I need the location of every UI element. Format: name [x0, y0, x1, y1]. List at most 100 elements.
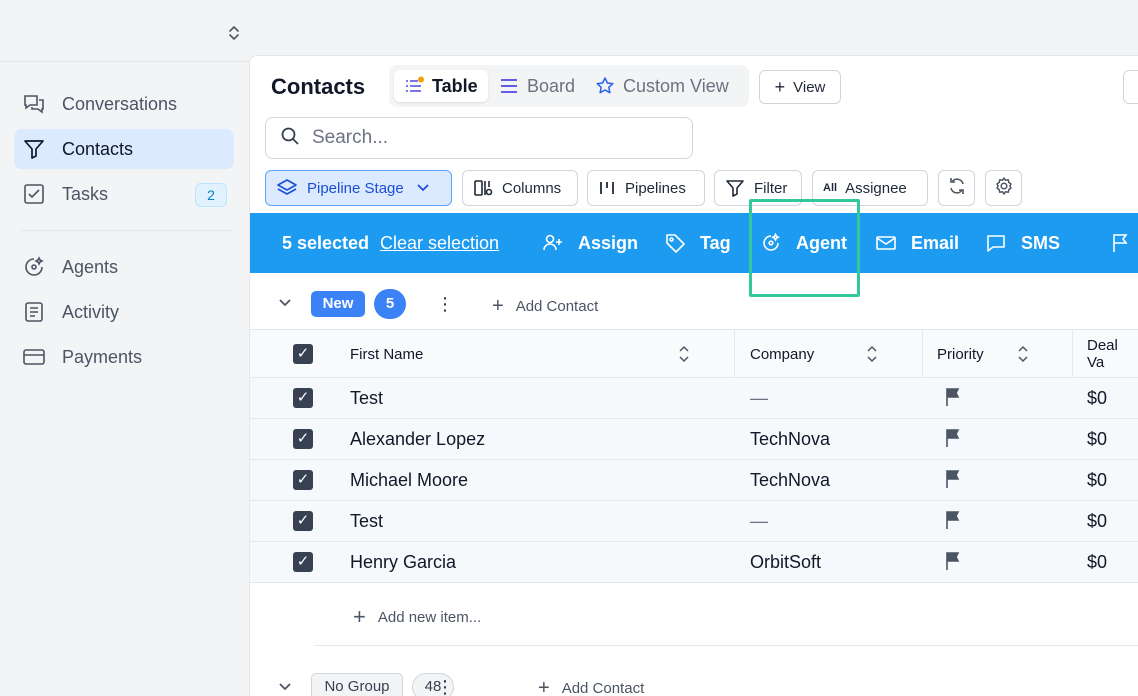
assignee-label: Assignee	[845, 179, 907, 197]
table-row[interactable]: ✓ Michael Moore TechNova $0	[250, 460, 1138, 501]
document-list-icon	[22, 300, 46, 324]
sidebar-item-agents[interactable]: Agents	[14, 247, 234, 287]
column-divider	[734, 330, 735, 378]
tag-label: Tag	[700, 232, 731, 253]
table-row[interactable]: ✓ Alexander Lopez TechNova $0	[250, 419, 1138, 460]
row-checkbox[interactable]: ✓	[293, 388, 313, 408]
sort-icon[interactable]	[678, 330, 690, 378]
sidebar-item-conversations[interactable]: Conversations	[14, 84, 234, 124]
sidebar-item-contacts[interactable]: Contacts	[14, 129, 234, 169]
column-divider	[1072, 330, 1073, 378]
add-new-item-label: Add new item...	[377, 608, 482, 626]
search-icon	[280, 126, 300, 151]
tab-label: Table	[432, 75, 478, 96]
column-label: First Name	[350, 345, 424, 363]
pipelines-button[interactable]: Pipelines	[587, 170, 705, 206]
priority-flag-icon[interactable]	[944, 510, 962, 535]
column-priority[interactable]: Priority	[937, 330, 984, 378]
sidebar-item-payments[interactable]: Payments	[14, 337, 234, 377]
deal-value-cell: $0	[1087, 552, 1108, 572]
add-new-item-button[interactable]: + Add new item...	[353, 604, 481, 630]
row-checkbox[interactable]: ✓	[293, 470, 313, 490]
sidebar-item-label: Payments	[62, 346, 143, 367]
group-count-badge: 5	[374, 289, 406, 319]
chevron-down-icon[interactable]	[278, 295, 292, 313]
refresh-icon	[947, 176, 967, 200]
add-contact-button[interactable]: + Add Contact	[538, 677, 644, 696]
sort-icon[interactable]	[866, 330, 878, 378]
column-company[interactable]: Company	[750, 330, 814, 378]
header-action-button[interactable]	[1123, 70, 1138, 104]
search-input[interactable]	[312, 127, 672, 149]
group-name-badge: No Group	[311, 673, 403, 696]
priority-flag-icon[interactable]	[944, 387, 962, 412]
more-options-icon[interactable]: ⋮	[436, 675, 454, 696]
priority-flag-icon[interactable]	[944, 551, 962, 576]
selected-count: 5 selected	[282, 232, 370, 253]
envelope-icon	[875, 233, 897, 253]
priority-flag-icon[interactable]	[944, 469, 962, 494]
first-name-cell: Test	[350, 388, 384, 408]
company-cell: OrbitSoft	[750, 552, 822, 572]
contacts-panel: Contacts Table Board Custom View + View	[249, 55, 1138, 696]
add-contact-button[interactable]: + Add Contact	[492, 295, 598, 318]
funnel-icon	[22, 137, 46, 161]
sort-icon[interactable]	[1017, 330, 1029, 378]
tab-table[interactable]: Table	[394, 70, 488, 102]
table-header: ✓ First Name Company Priority Deal Va	[250, 329, 1138, 378]
tag-button[interactable]: Tag	[664, 213, 731, 273]
column-label: Deal Va	[1087, 337, 1118, 371]
row-checkbox[interactable]: ✓	[293, 552, 313, 572]
column-first-name[interactable]: First Name	[350, 330, 423, 378]
table-row[interactable]: ✓ Test — $0	[250, 501, 1138, 542]
message-square-icon	[985, 232, 1007, 254]
sidebar-item-tasks[interactable]: Tasks 2	[14, 174, 234, 214]
star-icon	[595, 76, 615, 96]
chat-bubbles-icon	[22, 92, 46, 116]
divider	[314, 645, 1138, 646]
column-deal-value[interactable]: Deal Va	[1087, 330, 1138, 378]
workspace-switcher-chevron-icon[interactable]	[226, 24, 242, 44]
pipelines-label: Pipelines	[625, 179, 686, 197]
sidebar-item-label: Conversations	[62, 93, 178, 114]
table-row[interactable]: ✓ Henry Garcia OrbitSoft $0	[250, 542, 1138, 583]
row-checkbox[interactable]: ✓	[293, 429, 313, 449]
add-view-button[interactable]: + View	[759, 70, 841, 104]
refresh-button[interactable]	[938, 170, 975, 206]
tab-custom-view[interactable]: Custom View	[595, 70, 729, 102]
company-cell: —	[750, 511, 768, 531]
company-cell: TechNova	[750, 470, 831, 490]
select-all-checkbox[interactable]: ✓	[293, 344, 313, 364]
sidebar-nav: Conversations Contacts Tasks 2 Agents Ac…	[14, 84, 234, 382]
tasks-count-badge: 2	[195, 183, 227, 207]
row-checkbox[interactable]: ✓	[293, 511, 313, 531]
add-view-label: View	[793, 78, 826, 96]
priority-flag-icon[interactable]	[944, 428, 962, 453]
flag-icon	[1110, 232, 1130, 254]
page-title: Contacts	[271, 74, 366, 99]
deal-value-cell: $0	[1087, 429, 1108, 449]
plus-icon: +	[774, 76, 786, 97]
deal-value-cell: $0	[1087, 511, 1108, 531]
tab-board[interactable]: Board	[499, 70, 575, 102]
assignee-filter-button[interactable]: All Assignee	[812, 170, 928, 206]
flag-action-button[interactable]	[1110, 213, 1138, 273]
more-options-icon[interactable]: ⋮	[436, 292, 454, 316]
chevron-down-icon[interactable]	[278, 679, 292, 696]
assign-button[interactable]: Assign	[542, 213, 638, 273]
filter-button[interactable]: Filter	[714, 170, 802, 206]
sms-button[interactable]: SMS	[985, 213, 1060, 273]
agent-button[interactable]: Agent	[760, 213, 847, 273]
clear-selection-link[interactable]: Clear selection	[380, 213, 499, 273]
sidebar-item-label: Contacts	[62, 138, 134, 159]
sidebar-item-activity[interactable]: Activity	[14, 292, 234, 332]
add-contact-label: Add Contact	[515, 298, 599, 315]
settings-button[interactable]	[985, 170, 1022, 206]
first-name-cell: Michael Moore	[350, 470, 469, 490]
columns-button[interactable]: Columns	[462, 170, 578, 206]
columns-label: Columns	[502, 179, 562, 197]
sidebar-item-label: Activity	[62, 301, 120, 322]
email-button[interactable]: Email	[875, 213, 959, 273]
table-row[interactable]: ✓ Test — $0	[250, 378, 1138, 419]
pipeline-stage-dropdown[interactable]: Pipeline Stage	[265, 170, 452, 206]
